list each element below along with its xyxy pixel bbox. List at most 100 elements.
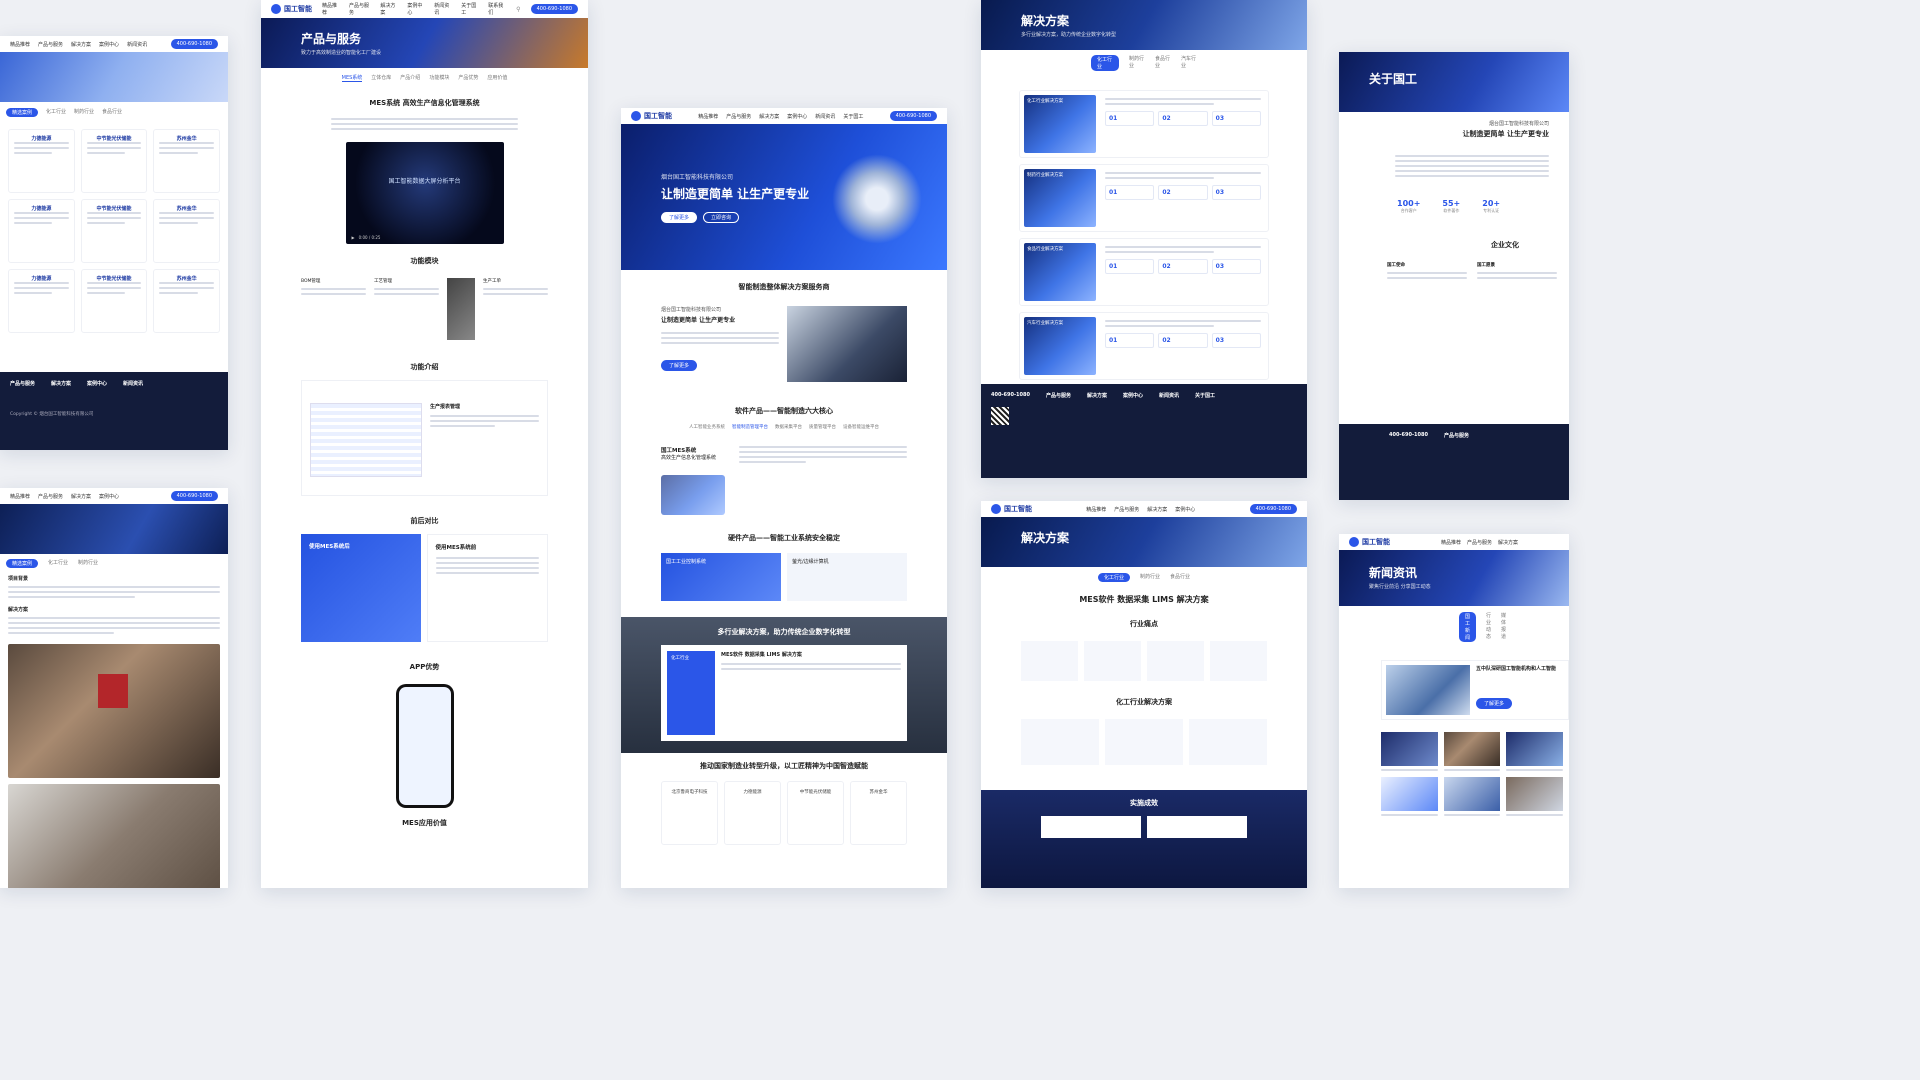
site-logo[interactable]: 国工智能 (991, 504, 1032, 514)
tab-software[interactable]: 质量管理平台 (809, 424, 836, 430)
tab-news[interactable]: 行业动态 (1486, 612, 1491, 642)
news-card[interactable] (1381, 777, 1438, 816)
module-card[interactable]: 生产工单 (483, 278, 548, 340)
nav-item[interactable]: 解决方案 (380, 2, 398, 16)
news-card[interactable] (1443, 732, 1501, 771)
solution-row[interactable]: 汽车行业解决方案 01 02 03 (1019, 312, 1269, 380)
tab-warehouse[interactable]: 立体仓库 (371, 74, 391, 82)
tab-news[interactable]: 媒体报道 (1501, 612, 1506, 642)
module-card[interactable]: BOM管理 (301, 278, 366, 340)
tab-news[interactable]: 国工新闻 (1459, 612, 1477, 642)
solution-row[interactable]: 食品行业解决方案 01 02 03 (1019, 238, 1269, 306)
tab-modules[interactable]: 功能模块 (429, 74, 449, 82)
learn-more-button[interactable]: 了解更多 (661, 212, 698, 223)
footer-col-title[interactable]: 产品与服务 (1046, 392, 1071, 399)
tab-food[interactable]: 食品行业 (102, 108, 122, 117)
play-icon[interactable]: ▶ (352, 235, 355, 240)
consult-button[interactable]: 立即咨询 (703, 212, 740, 223)
tab-chemical[interactable]: 化工行业 (46, 108, 66, 117)
tab-industry[interactable]: 食品行业 (1155, 55, 1171, 71)
nav-item[interactable]: 精品推荐 (10, 41, 30, 48)
nav-item[interactable]: 案例中心 (787, 113, 807, 120)
client-card[interactable]: 苏州金华 (153, 129, 220, 193)
tab-advantages[interactable]: 产品优势 (458, 74, 478, 82)
tab-industry[interactable]: 食品行业 (1170, 573, 1190, 582)
footer-col-title[interactable]: 新闻资讯 (1159, 392, 1179, 399)
nav-item[interactable]: 新闻资讯 (434, 2, 452, 16)
tab-software[interactable]: 智能制造管理平台 (732, 424, 768, 430)
footer-col-title[interactable]: 解决方案 (1087, 392, 1107, 399)
footer-col-title[interactable]: 案例中心 (87, 380, 107, 387)
tab-featured[interactable]: 精选案例 (6, 108, 39, 117)
nav-item[interactable]: 联系我们 (488, 2, 506, 16)
hardware-card[interactable]: 国工工业控制系统 (661, 553, 781, 601)
nav-item[interactable]: 案例中心 (407, 2, 425, 16)
footer-col-title[interactable]: 案例中心 (1123, 392, 1143, 399)
industry-tag[interactable]: 化工行业 (667, 651, 715, 735)
news-card[interactable] (1381, 732, 1438, 771)
tab-intro[interactable]: 产品介绍 (400, 74, 420, 82)
nav-item[interactable]: 产品与服务 (349, 2, 371, 16)
featured-news[interactable]: 五中队深研国工智能机构和人工智能 了解更多 (1381, 660, 1569, 720)
nav-item[interactable]: 关于国工 (843, 113, 863, 120)
tab-pharma[interactable]: 制药行业 (74, 108, 94, 117)
nav-item[interactable]: 精品推荐 (1441, 539, 1461, 546)
tab-industry[interactable]: 化工行业 (1091, 55, 1119, 71)
nav-item[interactable]: 精品推荐 (322, 2, 340, 16)
tab-industry[interactable]: 汽车行业 (1181, 55, 1197, 71)
site-logo[interactable]: 国工智能 (1349, 537, 1390, 547)
footer-col-title[interactable]: 产品与服务 (10, 380, 35, 387)
client-card[interactable]: 中节能光伏储能 (80, 199, 148, 263)
client-card[interactable]: 力德能源 (8, 199, 75, 263)
search-icon[interactable]: ⚲ (516, 6, 520, 13)
nav-item[interactable]: 关于国工 (461, 2, 479, 16)
phone-button[interactable]: 400-690-1080 (530, 4, 578, 14)
news-card[interactable] (1506, 732, 1563, 771)
nav-item[interactable]: 产品与服务 (38, 493, 63, 500)
client-card[interactable]: 力德能源 (8, 269, 75, 333)
tab-software[interactable]: 人工智能业务系统 (689, 424, 725, 430)
nav-item[interactable]: 新闻资讯 (127, 41, 147, 48)
tab-mes[interactable]: MES系统 (341, 74, 363, 82)
news-more-button[interactable]: 了解更多 (1476, 698, 1513, 709)
tab-value[interactable]: 应用价值 (487, 74, 507, 82)
nav-item[interactable]: 精品推荐 (1086, 506, 1106, 513)
tab-chemical[interactable]: 化工行业 (48, 559, 68, 568)
tab-industry[interactable]: 制药行业 (1140, 573, 1160, 582)
nav-item[interactable]: 新闻资讯 (815, 113, 835, 120)
tab-pharma[interactable]: 制药行业 (78, 559, 98, 568)
tab-featured[interactable]: 精选案例 (6, 559, 39, 568)
solution-row[interactable]: 制药行业解决方案 01 02 03 (1019, 164, 1269, 232)
tab-industry[interactable]: 制药行业 (1129, 55, 1145, 71)
intro-more-button[interactable]: 了解更多 (661, 360, 698, 371)
client-card[interactable]: 力德能源 (8, 129, 75, 193)
nav-item[interactable]: 案例中心 (99, 493, 119, 500)
client-card[interactable]: 苏州金华 (153, 269, 220, 333)
hardware-card[interactable]: 萤光/边缘计算机 (787, 553, 907, 601)
nav-item[interactable]: 产品与服务 (38, 41, 63, 48)
tab-software[interactable]: 数据采集平台 (775, 424, 802, 430)
client-card[interactable]: 苏州金华 (153, 199, 220, 263)
nav-item[interactable]: 产品与服务 (726, 113, 751, 120)
nav-item[interactable]: 产品与服务 (1114, 506, 1139, 513)
client-card[interactable]: 中节能光伏储能 (787, 781, 844, 845)
news-card[interactable] (1506, 777, 1563, 816)
nav-item[interactable]: 产品与服务 (1467, 539, 1492, 546)
site-logo[interactable]: 国工智能 (271, 4, 312, 14)
nav-item[interactable]: 精品推荐 (10, 493, 30, 500)
tab-industry[interactable]: 化工行业 (1097, 573, 1130, 582)
phone-button[interactable]: 400-690-1080 (1249, 504, 1297, 514)
news-card[interactable] (1443, 777, 1501, 816)
nav-item[interactable]: 解决方案 (1147, 506, 1167, 513)
phone-button[interactable]: 400-690-1080 (170, 491, 218, 501)
client-card[interactable]: 力德能源 (724, 781, 781, 845)
tab-software[interactable]: 设备智能运维平台 (843, 424, 879, 430)
footer-col-title[interactable]: 产品与服务 (1444, 432, 1469, 439)
nav-item[interactable]: 解决方案 (71, 493, 91, 500)
nav-item[interactable]: 案例中心 (99, 41, 119, 48)
client-card[interactable]: 苏州金华 (850, 781, 907, 845)
solution-row[interactable]: 化工行业解决方案 01 02 03 (1019, 90, 1269, 158)
nav-item[interactable]: 精品推荐 (698, 113, 718, 120)
client-card[interactable]: 中节能光伏储能 (80, 269, 148, 333)
nav-item[interactable]: 解决方案 (759, 113, 779, 120)
